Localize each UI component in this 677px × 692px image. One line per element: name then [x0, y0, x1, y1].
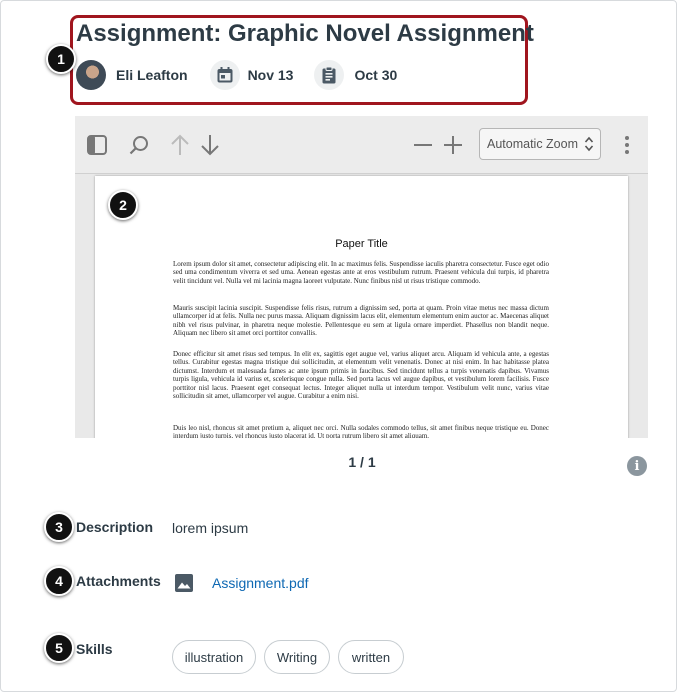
- pdf-toolbar: Automatic Zoom: [75, 116, 648, 174]
- info-icon[interactable]: i: [627, 456, 647, 476]
- callout-3: 3: [44, 512, 74, 542]
- callout-1: 1: [46, 44, 76, 74]
- submitted-date: Oct 30: [354, 67, 398, 83]
- zoom-select-value: Automatic Zoom: [487, 137, 579, 151]
- clipboard-icon: [314, 60, 345, 90]
- callout-2: 2: [108, 190, 138, 220]
- paragraph-3: Donec efficitur sit amet risus sed tempu…: [173, 350, 549, 401]
- paragraph-1: Lorem ipsum dolor sit amet, consectetur …: [173, 260, 549, 285]
- more-options-icon[interactable]: [614, 132, 640, 158]
- select-arrows-icon: [584, 136, 594, 152]
- paragraph-4: Duis leo nisl, rhoncus sit amet pretium …: [173, 424, 549, 438]
- skills-label: Skills: [76, 641, 113, 657]
- callout-5: 5: [44, 633, 74, 663]
- skill-chip-written[interactable]: written: [338, 640, 404, 674]
- description-label: Description: [76, 519, 154, 535]
- assignment-meta: Eli Leafton Nov 13 Oct 30: [76, 58, 397, 92]
- zoom-in-icon[interactable]: [440, 132, 466, 158]
- next-page-icon[interactable]: [197, 132, 223, 158]
- image-file-icon: [174, 573, 194, 593]
- attachment-link[interactable]: Assignment.pdf: [212, 575, 309, 591]
- attachments-label: Attachments: [76, 573, 161, 589]
- paragraph-2: Mauris suscipit lacinia suscipit. Suspen…: [173, 304, 549, 338]
- zoom-out-icon[interactable]: [410, 132, 436, 158]
- skill-chip-illustration[interactable]: illustration: [172, 640, 256, 674]
- description-value: lorem ipsum: [172, 520, 249, 536]
- sidebar-toggle-icon[interactable]: [84, 132, 110, 158]
- previous-page-icon[interactable]: [167, 132, 193, 158]
- search-icon[interactable]: [126, 132, 152, 158]
- page-title: Assignment: Graphic Novel Assignment: [76, 20, 534, 47]
- callout-4: 4: [44, 566, 74, 596]
- zoom-select[interactable]: Automatic Zoom: [479, 128, 601, 160]
- pdf-page: Paper Title Lorem ipsum dolor sit amet, …: [95, 176, 628, 438]
- calendar-icon: [209, 60, 240, 90]
- pdf-viewer[interactable]: Automatic Zoom Paper Title Lorem ipsum d…: [75, 116, 648, 438]
- skill-chip-writing[interactable]: Writing: [264, 640, 330, 674]
- avatar[interactable]: [76, 60, 106, 90]
- paper-title: Paper Title: [335, 238, 388, 250]
- due-date: Nov 13: [247, 67, 294, 83]
- page-indicator: 1 / 1: [348, 454, 376, 470]
- author-name: Eli Leafton: [116, 67, 188, 83]
